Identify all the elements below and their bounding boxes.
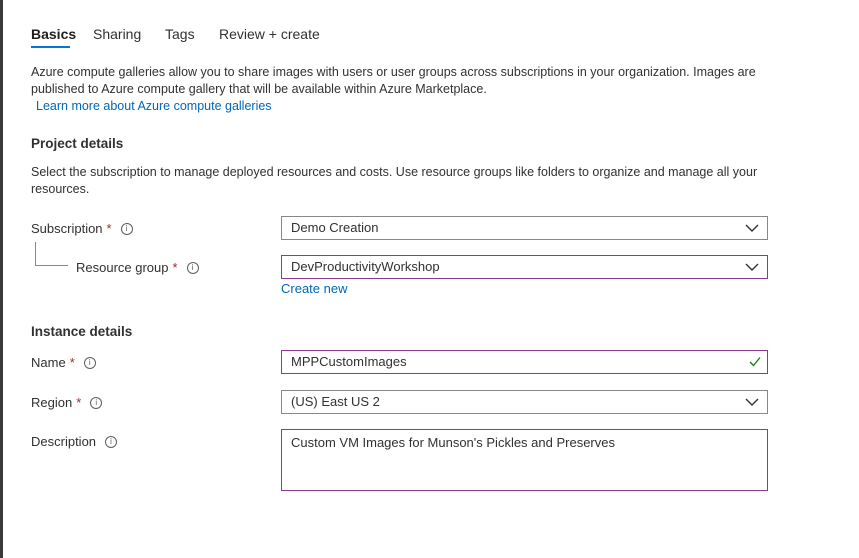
resource-group-label: Resource group * i bbox=[76, 260, 199, 275]
description-value: Custom VM Images for Munson's Pickles an… bbox=[291, 435, 615, 450]
subscription-dropdown[interactable]: Demo Creation bbox=[281, 216, 768, 240]
subscription-label: Subscription * i bbox=[31, 221, 133, 236]
tab-tags[interactable]: Tags bbox=[165, 25, 195, 43]
create-new-link[interactable]: Create new bbox=[281, 281, 347, 296]
required-marker: * bbox=[69, 355, 75, 370]
instance-details-heading: Instance details bbox=[31, 324, 133, 339]
tab-review-create[interactable]: Review + create bbox=[219, 25, 320, 43]
required-marker: * bbox=[76, 395, 82, 410]
region-value: (US) East US 2 bbox=[291, 394, 380, 409]
info-circle-icon[interactable]: i bbox=[120, 222, 133, 235]
chevron-down-icon bbox=[745, 398, 759, 406]
active-tab-indicator bbox=[31, 46, 70, 48]
learn-more-link[interactable]: Learn more about Azure compute galleries bbox=[36, 98, 272, 114]
region-label-text: Region bbox=[31, 395, 73, 410]
name-label: Name * i bbox=[31, 355, 96, 370]
chevron-down-icon bbox=[745, 263, 759, 271]
region-label: Region * i bbox=[31, 395, 103, 410]
info-circle-icon[interactable]: i bbox=[186, 261, 199, 274]
required-marker: * bbox=[172, 260, 178, 275]
project-details-description: Select the subscription to manage deploy… bbox=[31, 165, 758, 196]
window-left-edge bbox=[0, 0, 3, 558]
info-circle-icon[interactable]: i bbox=[90, 396, 103, 409]
tree-connector-horizontal bbox=[35, 265, 68, 266]
tab-sharing[interactable]: Sharing bbox=[93, 25, 141, 43]
resource-group-label-text: Resource group bbox=[76, 260, 169, 275]
description-textarea[interactable]: Custom VM Images for Munson's Pickles an… bbox=[281, 429, 768, 491]
subscription-label-text: Subscription bbox=[31, 221, 103, 236]
chevron-down-icon bbox=[745, 224, 759, 232]
name-value: MPPCustomImages bbox=[291, 354, 407, 369]
tree-connector-vertical bbox=[35, 242, 36, 265]
description-label: Description i bbox=[31, 434, 118, 449]
intro-text: Azure compute galleries allow you to sha… bbox=[31, 65, 756, 96]
region-dropdown[interactable]: (US) East US 2 bbox=[281, 390, 768, 414]
name-input[interactable]: MPPCustomImages bbox=[281, 350, 768, 374]
resource-group-dropdown[interactable]: DevProductivityWorkshop bbox=[281, 255, 768, 279]
tab-basics[interactable]: Basics bbox=[31, 25, 76, 43]
resource-group-value: DevProductivityWorkshop bbox=[291, 259, 440, 274]
required-marker: * bbox=[106, 221, 112, 236]
subscription-value: Demo Creation bbox=[291, 220, 379, 235]
project-details-heading: Project details bbox=[31, 136, 124, 151]
checkmark-icon bbox=[749, 357, 761, 367]
info-circle-icon[interactable]: i bbox=[105, 435, 118, 448]
info-circle-icon[interactable]: i bbox=[83, 356, 96, 369]
description-label-text: Description bbox=[31, 434, 97, 449]
name-label-text: Name bbox=[31, 355, 66, 370]
